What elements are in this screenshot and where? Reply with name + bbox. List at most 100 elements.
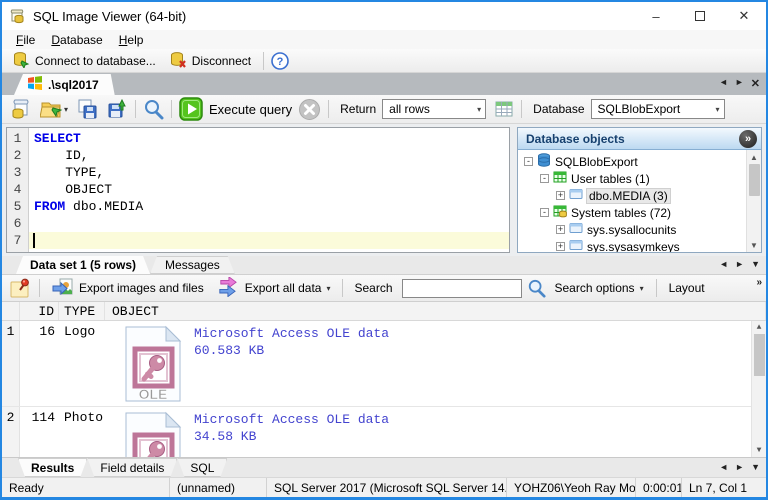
grid-icon <box>495 101 513 117</box>
help-button[interactable]: ? <box>269 51 291 71</box>
search-options-button[interactable]: Search options ▾ <box>548 279 651 297</box>
menu-file[interactable]: File <box>8 30 43 49</box>
vertical-splitter[interactable] <box>510 124 517 256</box>
scroll-down-icon[interactable]: ▼ <box>757 444 762 457</box>
scroll-up-icon[interactable]: ▲ <box>747 150 761 164</box>
line-number: 4 <box>13 182 22 197</box>
code-area[interactable]: SELECT ID, TYPE, OBJECT FROM dbo.MEDIA <box>29 128 509 252</box>
connect-database-button[interactable]: Connect to database... <box>6 49 163 73</box>
new-query-button[interactable] <box>8 97 34 121</box>
tab-list-icon[interactable]: ▼ <box>751 259 760 269</box>
tree-item-system-tables[interactable]: - System tables (72) <box>518 204 746 221</box>
return-rows-select[interactable]: all rows ▾ <box>382 99 487 119</box>
menu-bar: File Database Help <box>2 30 766 49</box>
grid-view-button[interactable] <box>492 98 516 120</box>
row-number: 1 <box>2 321 20 406</box>
tree-scrollbar[interactable]: ▲ ▼ <box>746 150 761 252</box>
title-bar: SQL Image Viewer (64-bit) – ✕ <box>2 2 766 30</box>
new-query-icon <box>12 99 29 119</box>
search-button[interactable] <box>525 278 548 299</box>
grid-row-2[interactable]: 2 114 Photo OLE Microsoft Access OLE dat… <box>2 407 766 457</box>
execute-query-label[interactable]: Execute query <box>209 102 292 117</box>
tab-scroll-right-icon[interactable]: ► <box>735 77 744 90</box>
tree-item-label: sys.sysasymkeys <box>587 239 680 253</box>
collapse-expander-icon[interactable]: + <box>556 225 565 234</box>
tab-scroll-right-icon[interactable]: ► <box>735 259 744 269</box>
panel-collapse-button[interactable]: » <box>739 129 757 148</box>
tree-item-label: sys.sysallocunits <box>587 222 677 237</box>
cell-type: Photo <box>64 410 104 425</box>
collapse-expander-icon[interactable]: - <box>524 157 533 166</box>
toolbar-separator <box>655 279 657 297</box>
grid-corner-cell <box>2 302 20 320</box>
tab-sql2017[interactable]: .\sql2017 <box>14 74 115 95</box>
tab-list-icon[interactable]: ▼ <box>751 462 760 472</box>
tab-field-details[interactable]: Field details <box>87 458 177 477</box>
scroll-down-icon[interactable]: ▼ <box>747 238 761 252</box>
tab-dataset-1[interactable]: Data set 1 (5 rows) <box>16 256 150 274</box>
grid-scrollbar[interactable]: ▲ ▼ <box>751 321 766 457</box>
menu-database-accel: D <box>51 32 61 47</box>
app-icon <box>10 8 26 24</box>
database-select[interactable]: SQLBlobExport ▾ <box>590 99 725 119</box>
dataset-strip-controls: ◄ ► ▼ <box>719 259 760 269</box>
tab-scroll-left-icon[interactable]: ◄ <box>719 77 728 90</box>
export-images-button[interactable]: Export images and files <box>45 275 211 302</box>
open-query-button[interactable]: ▾ <box>38 97 70 121</box>
save-query-button[interactable] <box>74 97 100 121</box>
close-button[interactable]: ✕ <box>722 2 766 30</box>
sql-line: ID, <box>34 148 89 163</box>
tab-scroll-right-icon[interactable]: ► <box>735 462 744 472</box>
tab-results[interactable]: Results <box>18 458 87 477</box>
menu-database[interactable]: Database <box>43 30 110 49</box>
collapse-expander-icon[interactable]: + <box>556 191 565 200</box>
status-user: YOHZ06\Yeoh Ray Mond <box>507 478 636 497</box>
tab-sql[interactable]: SQL <box>177 458 227 477</box>
scroll-up-icon[interactable]: ▲ <box>757 321 762 334</box>
toolbar-overflow-icon[interactable]: » <box>756 277 762 288</box>
layout-button[interactable]: Layout <box>662 279 712 297</box>
bottom-tab-strip: Results Field details SQL ◄ ► ▼ <box>2 457 766 477</box>
column-header-type[interactable]: TYPE <box>59 302 105 320</box>
tree-item-sysallocunits[interactable]: + sys.sysallocunits <box>518 221 746 238</box>
pin-results-button[interactable] <box>7 277 34 300</box>
search-input[interactable] <box>401 278 522 298</box>
execute-query-button[interactable] <box>177 96 205 122</box>
collapse-expander-icon[interactable]: + <box>556 242 565 251</box>
save-as-button[interactable] <box>104 97 130 121</box>
open-folder-icon <box>40 102 63 118</box>
find-button[interactable] <box>141 98 166 121</box>
status-cursor-position: Ln 7, Col 1 <box>689 480 748 495</box>
status-ready: Ready <box>2 478 170 497</box>
collapse-expander-icon[interactable]: - <box>540 174 549 183</box>
disconnect-button[interactable]: Disconnect <box>163 49 258 73</box>
tab-scroll-left-icon[interactable]: ◄ <box>719 462 728 472</box>
cancel-query-button[interactable] <box>296 97 323 122</box>
tree-item-dbo-media[interactable]: + dbo.MEDIA (3) <box>518 187 746 204</box>
search-magnifier-icon <box>528 279 546 298</box>
query-file-group: ▾ <box>8 97 130 121</box>
minimize-button[interactable]: – <box>634 2 678 30</box>
column-header-object[interactable]: OBJECT <box>105 302 766 320</box>
tab-messages[interactable]: Messages <box>150 256 235 274</box>
export-all-data-button[interactable]: Export all data ▾ <box>211 275 338 302</box>
grid-row-1[interactable]: 1 16 Logo OLE Microsoft Access OLE data 6… <box>2 321 766 407</box>
scrollbar-thumb[interactable] <box>753 334 765 376</box>
tree-item-database[interactable]: - SQLBlobExport <box>518 153 746 170</box>
status-server: SQL Server 2017 (Microsoft SQL Server 14… <box>267 478 507 497</box>
tab-scroll-left-icon[interactable]: ◄ <box>719 259 728 269</box>
sql-editor[interactable]: 1 2 3 4 5 6 7 SELECT ID, TYPE, OBJECT FR… <box>6 127 510 253</box>
tree-item-user-tables[interactable]: - User tables (1) <box>518 170 746 187</box>
tree-item-sysasymkeys[interactable]: + sys.sysasymkeys <box>518 238 746 252</box>
collapse-expander-icon[interactable]: - <box>540 208 549 217</box>
connect-database-label: Connect to database... <box>35 53 156 68</box>
column-header-id[interactable]: ID <box>20 302 59 320</box>
line-number: 7 <box>13 233 22 248</box>
maximize-button[interactable] <box>678 2 722 30</box>
database-caret-icon: ▾ <box>715 104 720 114</box>
tab-close-icon[interactable]: ✕ <box>751 77 760 90</box>
export-images-label: Export images and files <box>79 281 204 295</box>
scrollbar-thumb[interactable] <box>748 164 760 196</box>
text-caret <box>33 233 35 248</box>
menu-help[interactable]: Help <box>111 30 152 49</box>
